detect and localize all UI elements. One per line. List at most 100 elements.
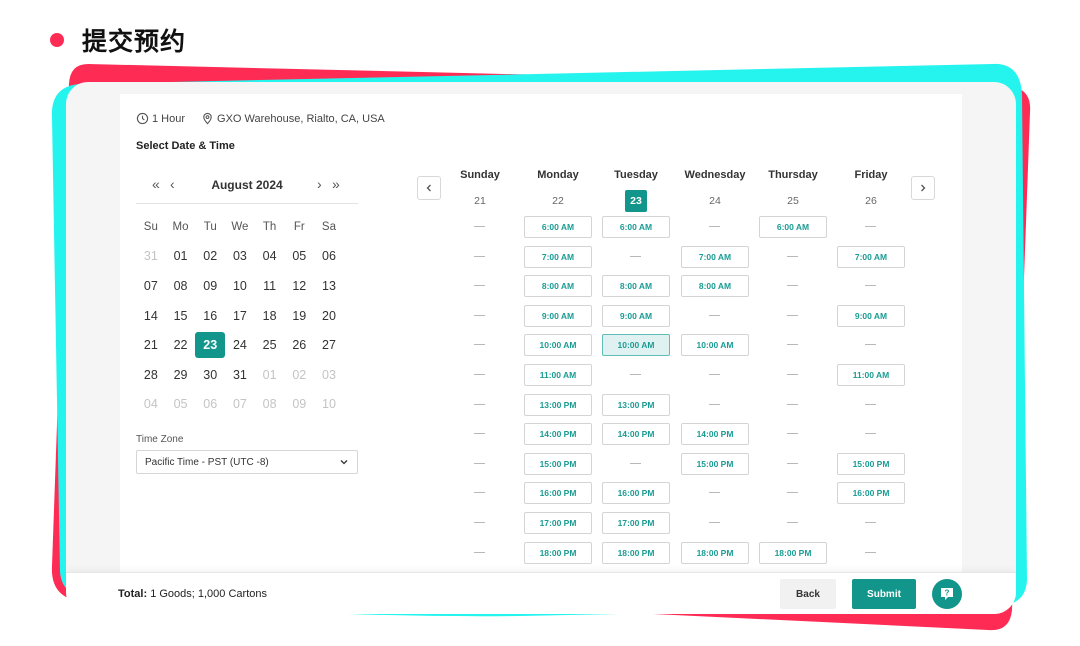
time-slot[interactable]: 15:00 PM	[681, 452, 749, 475]
day-number[interactable]: 22	[547, 190, 569, 212]
back-button[interactable]: Back	[780, 579, 836, 609]
time-slot[interactable]: 13:00 PM	[524, 393, 592, 416]
prev-week-button[interactable]	[417, 176, 441, 200]
calendar-day[interactable]: 08	[166, 273, 196, 299]
time-slot[interactable]: 15:00 PM	[524, 452, 592, 475]
time-slot[interactable]: 17:00 PM	[602, 512, 670, 534]
unavailable-slot-dash	[759, 482, 827, 504]
calendar-day[interactable]: 21	[136, 332, 166, 358]
time-slot[interactable]: 8:00 AM	[602, 275, 670, 298]
time-slot[interactable]: 7:00 AM	[837, 245, 905, 268]
time-slot[interactable]: 8:00 AM	[524, 275, 592, 298]
unavailable-slot-dash	[759, 246, 827, 268]
next-week-button[interactable]	[911, 176, 935, 200]
unavailable-slot-dash	[446, 512, 514, 534]
calendar-day[interactable]: 02	[195, 243, 225, 269]
next-month-icon[interactable]: ›	[317, 176, 322, 192]
day-number[interactable]: 26	[860, 190, 882, 212]
calendar-day[interactable]: 05	[284, 243, 314, 269]
calendar-day[interactable]: 20	[314, 303, 344, 329]
unavailable-slot-dash	[446, 453, 514, 475]
calendar-day: 31	[143, 249, 158, 264]
calendar-day[interactable]: 04	[255, 243, 285, 269]
day-number[interactable]: 25	[782, 190, 804, 212]
calendar-day[interactable]: 11	[255, 273, 285, 299]
footer-bar: Total: 1 Goods; 1,000 Cartons Back Submi…	[66, 572, 1016, 614]
submit-button[interactable]: Submit	[852, 579, 916, 609]
calendar-day[interactable]: 06	[314, 243, 344, 269]
time-slot[interactable]: 16:00 PM	[602, 482, 670, 505]
calendar-day[interactable]: 09	[195, 273, 225, 299]
duration-text: 1 Hour	[152, 112, 186, 125]
unavailable-slot-dash	[681, 512, 749, 534]
calendar-day[interactable]: 30	[195, 362, 225, 388]
time-slot[interactable]: 14:00 PM	[681, 423, 749, 446]
time-slot[interactable]: 18:00 PM	[602, 541, 670, 564]
calendar-day[interactable]: 31	[225, 362, 255, 388]
time-slot[interactable]: 18:00 PM	[681, 541, 749, 564]
time-slot[interactable]: 18:00 PM	[759, 541, 827, 564]
calendar-day[interactable]: 18	[255, 303, 285, 329]
calendar-day[interactable]: 12	[284, 273, 314, 299]
chevron-left-icon	[426, 184, 431, 192]
time-slot[interactable]: 7:00 AM	[681, 245, 749, 268]
calendar-day[interactable]: 17	[225, 303, 255, 329]
unavailable-slot-dash	[446, 334, 514, 356]
unavailable-slot-dash	[446, 482, 514, 504]
calendar-day-selected[interactable]: 23	[195, 332, 226, 359]
calendar-day[interactable]: 19	[284, 303, 314, 329]
time-slot[interactable]: 8:00 AM	[681, 275, 749, 298]
time-slot-selected[interactable]: 10:00 AM	[602, 334, 670, 357]
time-slot[interactable]: 10:00 AM	[681, 334, 749, 357]
time-slot[interactable]: 13:00 PM	[602, 393, 670, 416]
time-slot[interactable]: 9:00 AM	[524, 304, 592, 327]
timezone-label: Time Zone	[136, 434, 184, 445]
time-slot[interactable]: 14:00 PM	[524, 423, 592, 446]
weekday-header: Mo	[172, 220, 189, 233]
time-slot[interactable]: 9:00 AM	[837, 304, 905, 327]
next-year-icon[interactable]: »	[332, 176, 340, 192]
unavailable-slot-dash	[446, 216, 514, 238]
time-slot[interactable]: 10:00 AM	[524, 334, 592, 357]
calendar-day[interactable]: 10	[225, 273, 255, 299]
day-number[interactable]: 21	[469, 190, 491, 212]
calendar-day[interactable]: 22	[166, 332, 196, 358]
calendar-day[interactable]: 07	[136, 273, 166, 299]
month-navigator: « ‹ August 2024 › »	[136, 174, 358, 204]
help-button[interactable]: ?	[932, 579, 962, 609]
time-slot[interactable]: 6:00 AM	[759, 216, 827, 238]
booking-meta: 1 Hour GXO Warehouse, Rialto, CA, USA	[136, 112, 385, 125]
day-number[interactable]: 24	[704, 190, 726, 212]
time-slot[interactable]: 16:00 PM	[837, 482, 905, 505]
calendar-day[interactable]: 28	[136, 362, 166, 388]
time-slot[interactable]: 7:00 AM	[524, 245, 592, 268]
unavailable-slot-dash	[446, 394, 514, 416]
calendar-day[interactable]: 14	[136, 303, 166, 329]
time-slot[interactable]: 11:00 AM	[524, 364, 592, 386]
calendar-day[interactable]: 16	[195, 303, 225, 329]
time-slot[interactable]: 18:00 PM	[524, 541, 592, 564]
time-slot[interactable]: 11:00 AM	[837, 364, 905, 386]
calendar-day[interactable]: 29	[166, 362, 196, 388]
time-slot[interactable]: 15:00 PM	[837, 452, 905, 475]
day-number-selected[interactable]: 23	[625, 190, 647, 212]
unavailable-slot-dash	[681, 216, 749, 238]
calendar-day[interactable]: 15	[166, 303, 196, 329]
calendar-day[interactable]: 24	[225, 332, 255, 358]
time-slot[interactable]: 14:00 PM	[602, 423, 670, 446]
calendar-day[interactable]: 13	[314, 273, 344, 299]
calendar-day[interactable]: 01	[166, 243, 196, 269]
calendar-week-row: 31 01 02 03 04 05 06	[136, 242, 358, 272]
time-slot[interactable]: 16:00 PM	[524, 482, 592, 505]
time-slot[interactable]: 9:00 AM	[602, 304, 670, 327]
time-slot[interactable]: 17:00 PM	[524, 512, 592, 534]
time-slot[interactable]: 6:00 AM	[602, 216, 670, 238]
calendar-day[interactable]: 27	[314, 332, 344, 358]
timezone-select[interactable]: Pacific Time - PST (UTC -8)	[136, 450, 358, 474]
weekday-header: Sa	[321, 220, 336, 233]
unavailable-slot-dash	[759, 305, 827, 327]
calendar-day[interactable]: 26	[284, 332, 314, 358]
calendar-day[interactable]: 25	[255, 332, 285, 358]
time-slot[interactable]: 6:00 AM	[524, 216, 592, 238]
calendar-day[interactable]: 03	[225, 243, 255, 269]
